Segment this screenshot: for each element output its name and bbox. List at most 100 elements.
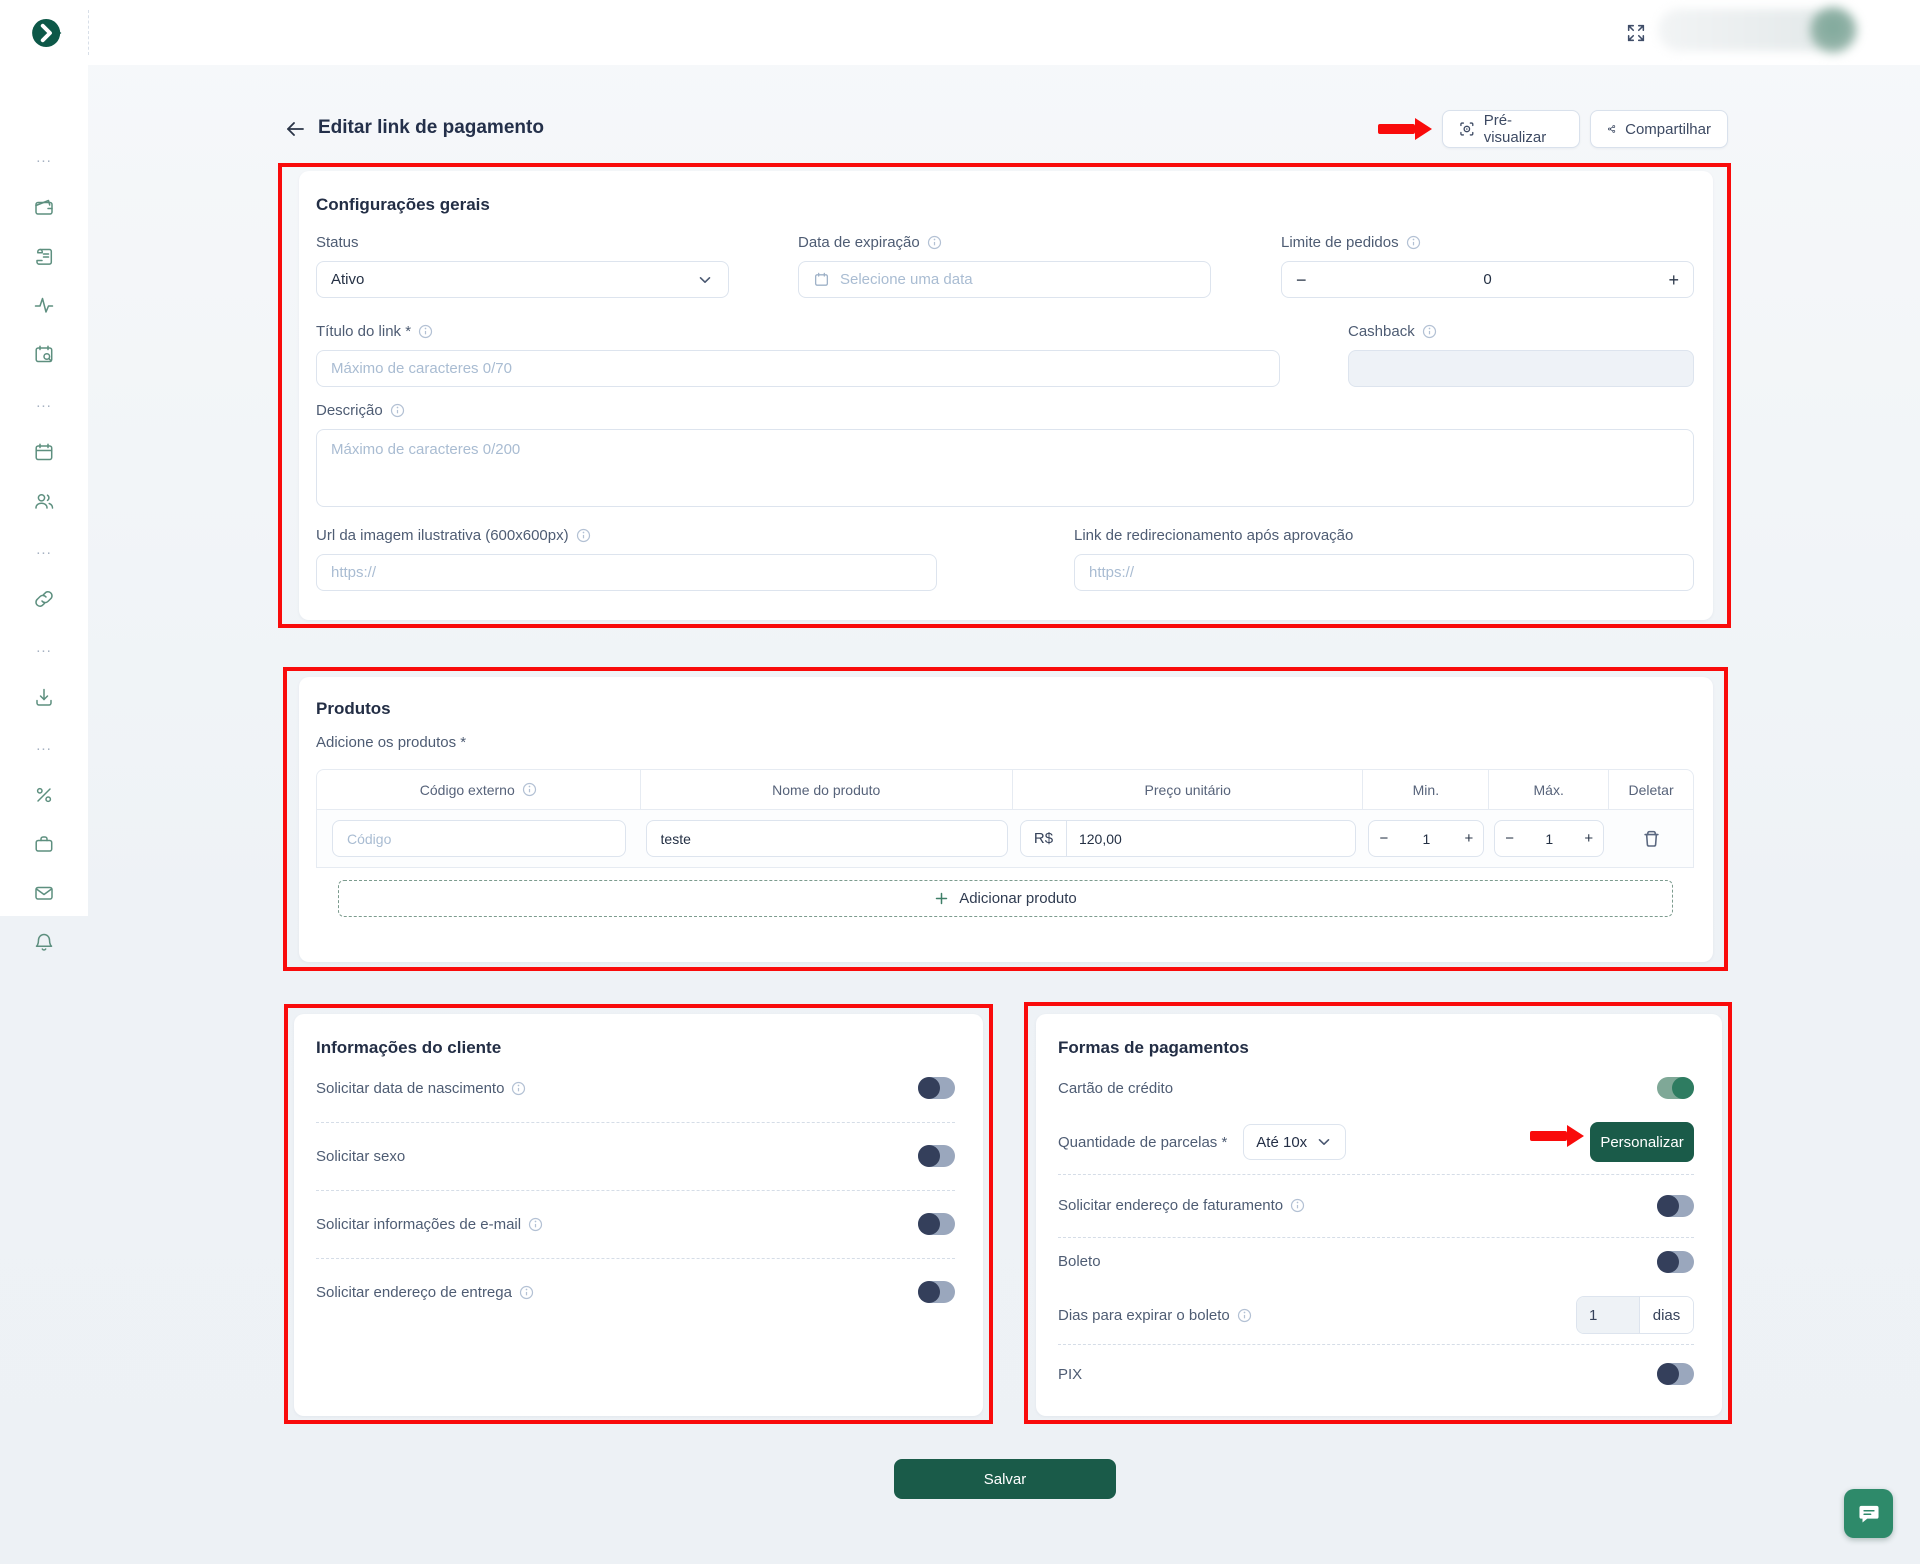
credit-card-toggle[interactable] [1657, 1077, 1694, 1099]
chevron-down-icon [696, 271, 714, 289]
boleto-days-row: Dias para expirar o boleto 1 dias [1058, 1286, 1694, 1344]
status-select[interactable]: Ativo [316, 261, 729, 298]
minus-button[interactable]: − [1296, 271, 1307, 289]
ellipsis-icon: ... [36, 545, 52, 555]
product-name-input[interactable] [661, 831, 993, 847]
sidebar-item-download[interactable] [0, 682, 88, 712]
product-name-field [646, 820, 1008, 857]
sidebar-ellipsis[interactable]: ... [0, 535, 88, 565]
products-card: Produtos Adicione os produtos * Código e… [299, 677, 1713, 962]
sidebar-ellipsis[interactable]: ... [0, 633, 88, 663]
info-icon [511, 1081, 526, 1096]
pix-toggle[interactable] [1657, 1363, 1694, 1385]
users-icon [33, 490, 55, 512]
calendar-icon [33, 441, 55, 463]
user-account-blurred[interactable] [1658, 7, 1858, 55]
birthdate-toggle[interactable] [918, 1077, 955, 1099]
minus-button[interactable]: − [1505, 831, 1514, 846]
back-arrow-icon[interactable] [283, 117, 307, 141]
sidebar-item-users[interactable] [0, 486, 88, 516]
fullscreen-expand-icon[interactable] [1622, 19, 1650, 47]
sidebar-item-briefcase[interactable] [0, 829, 88, 859]
redirect-label: Link de redirecionamento após aprovação [1074, 526, 1694, 544]
redirect-input[interactable] [1089, 564, 1679, 581]
boleto-label: Boleto [1058, 1253, 1101, 1270]
billing-address-label: Solicitar endereço de faturamento [1058, 1197, 1305, 1214]
plus-button[interactable]: + [1465, 831, 1474, 846]
sidebar-item-bell[interactable] [0, 927, 88, 957]
link-title-group: Título do link * [316, 322, 1280, 387]
boleto-days-input[interactable]: 1 [1577, 1297, 1640, 1333]
shipping-address-toggle[interactable] [918, 1281, 955, 1303]
plus-button[interactable]: + [1668, 271, 1679, 289]
max-stepper: − 1 + [1494, 820, 1604, 857]
link-title-field [316, 350, 1280, 387]
column-external-code: Código externo [317, 770, 641, 809]
shipping-address-row: Solicitar endereço de entrega [316, 1258, 955, 1326]
share-button[interactable]: Compartilhar [1590, 110, 1728, 148]
sidebar-item-activity[interactable] [0, 290, 88, 320]
page-title: Editar link de pagamento [318, 117, 544, 139]
brand-logo-icon[interactable] [30, 16, 64, 50]
sidebar-item-mail[interactable] [0, 878, 88, 908]
product-code-input[interactable] [347, 831, 611, 847]
sidebar-item-receipt[interactable] [0, 241, 88, 271]
image-url-input[interactable] [331, 564, 922, 581]
mail-icon [33, 882, 55, 904]
email-info-toggle[interactable] [918, 1213, 955, 1235]
add-product-button[interactable]: Adicionar produto [338, 880, 1673, 917]
info-icon [522, 782, 537, 797]
sidebar-ellipsis[interactable]: ... [0, 731, 88, 761]
description-group: Descrição [316, 401, 1694, 512]
product-price-input[interactable] [1067, 831, 1355, 847]
boleto-toggle[interactable] [1657, 1251, 1694, 1273]
sidebar-item-link[interactable] [0, 584, 88, 614]
customize-button[interactable]: Personalizar [1590, 1122, 1694, 1162]
info-icon [1406, 235, 1421, 250]
plus-icon [934, 891, 949, 906]
order-limit-value: 0 [1483, 271, 1491, 288]
trash-icon[interactable] [1642, 829, 1661, 848]
description-label: Descrição [316, 401, 1694, 419]
sidebar-item-percent[interactable] [0, 780, 88, 810]
billing-address-toggle[interactable] [1657, 1195, 1694, 1217]
preview-button[interactable]: Pré-visualizar [1442, 110, 1580, 148]
save-button[interactable]: Salvar [894, 1459, 1116, 1499]
cashback-group: Cashback [1348, 322, 1694, 387]
redirect-group: Link de redirecionamento após aprovação [1074, 526, 1694, 591]
description-textarea[interactable] [316, 429, 1694, 507]
wallet-icon [33, 196, 55, 218]
products-table-header: Código externo Nome do produto Preço uni… [316, 769, 1694, 810]
annotation-arrow-preview [1378, 118, 1432, 140]
chat-widget-button[interactable] [1844, 1489, 1893, 1538]
order-limit-label: Limite de pedidos [1281, 233, 1694, 251]
sidebar-item-calendar-search[interactable] [0, 339, 88, 369]
product-price-field: R$ [1020, 820, 1356, 857]
installments-select[interactable]: Até 10x [1243, 1124, 1346, 1160]
minus-button[interactable]: − [1379, 831, 1388, 846]
expiration-group: Data de expiração Selecione uma data [798, 233, 1211, 298]
sidebar-item-calendar[interactable] [0, 437, 88, 467]
email-info-label: Solicitar informações de e-mail [316, 1216, 543, 1233]
boleto-row: Boleto [1058, 1237, 1694, 1286]
sidebar-ellipsis[interactable]: ... [0, 388, 88, 418]
birthdate-row: Solicitar data de nascimento [316, 1054, 955, 1122]
info-icon [528, 1217, 543, 1232]
expiration-label: Data de expiração [798, 233, 1211, 251]
max-value: 1 [1545, 831, 1553, 847]
cashback-field-disabled [1348, 350, 1694, 387]
image-url-field [316, 554, 937, 591]
ellipsis-icon: ... [36, 643, 52, 653]
plus-button[interactable]: + [1584, 831, 1593, 846]
ellipsis-icon: ... [36, 741, 52, 751]
expiration-date-field[interactable]: Selecione uma data [798, 261, 1211, 298]
sidebar-item-wallet[interactable] [0, 192, 88, 222]
sidebar-ellipsis[interactable]: ... [0, 143, 88, 173]
credit-card-row: Cartão de crédito [1058, 1066, 1694, 1110]
info-icon [390, 403, 405, 418]
min-stepper: − 1 + [1368, 820, 1484, 857]
info-icon [418, 324, 433, 339]
gender-toggle[interactable] [918, 1145, 955, 1167]
link-title-input[interactable] [331, 360, 1265, 377]
installments-row: Quantidade de parcelas * Até 10x Persona… [1058, 1110, 1694, 1174]
